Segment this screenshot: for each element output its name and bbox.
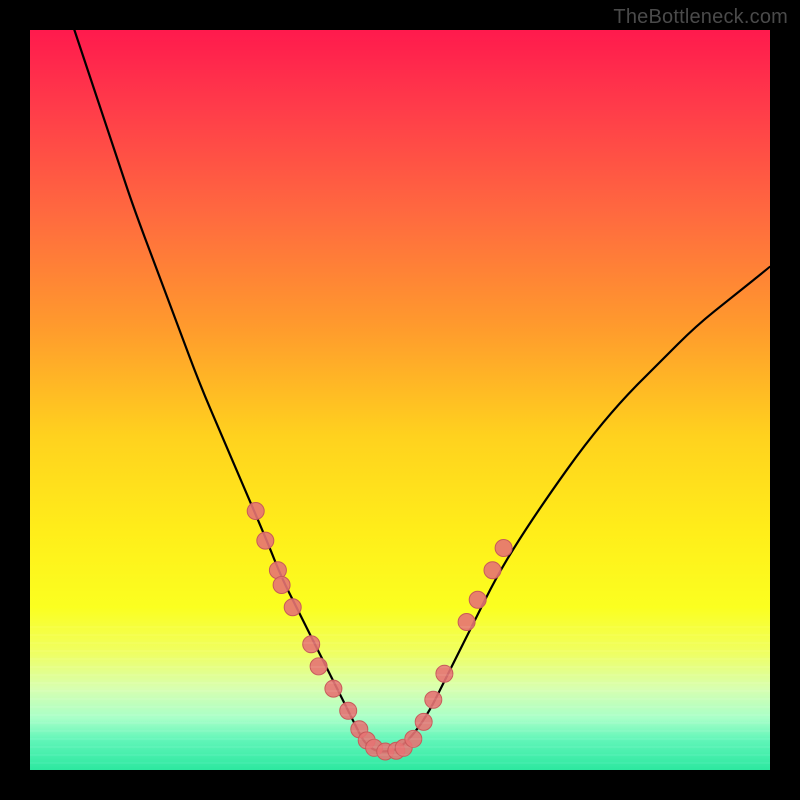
data-dot (257, 532, 274, 549)
data-dot (405, 730, 422, 747)
data-dot (415, 713, 432, 730)
data-dot (484, 562, 501, 579)
data-dot (458, 614, 475, 631)
plot-area (30, 30, 770, 770)
data-dot (303, 636, 320, 653)
data-dot (425, 691, 442, 708)
data-dot (325, 680, 342, 697)
data-dot (436, 665, 453, 682)
data-dot (310, 658, 327, 675)
bottleneck-curve (74, 30, 770, 752)
data-dot (495, 540, 512, 557)
watermark-text: TheBottleneck.com (613, 6, 788, 29)
curve-group (74, 30, 770, 752)
data-dot (247, 503, 264, 520)
data-dot (273, 577, 290, 594)
data-dot (269, 562, 286, 579)
chart-svg (30, 30, 770, 770)
dots-group (247, 503, 512, 761)
data-dot (340, 702, 357, 719)
data-dot (469, 591, 486, 608)
data-dot (284, 599, 301, 616)
